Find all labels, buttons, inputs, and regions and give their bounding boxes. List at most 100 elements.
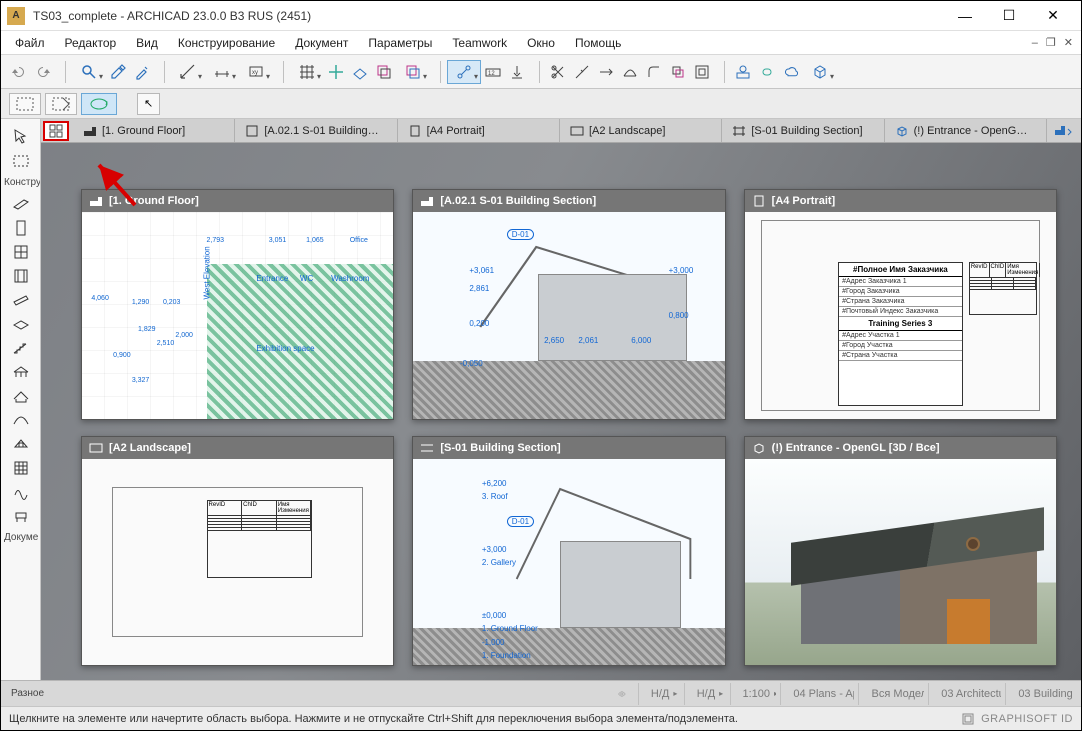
syringe-button[interactable] (130, 60, 154, 84)
thumb-a4-portrait[interactable]: [A4 Portrait] #Полное Имя Заказчика #Адр… (744, 189, 1057, 420)
window-maximize-button[interactable]: ☐ (987, 2, 1031, 30)
mdi-minimize-button[interactable]: – (1028, 37, 1042, 49)
stair-tool[interactable] (7, 336, 35, 360)
plan-label: WC (300, 274, 313, 283)
trace-ref-dropdown[interactable] (396, 60, 430, 84)
link-button[interactable] (755, 60, 779, 84)
thumb-title: [S-01 Building Section] (440, 442, 560, 454)
railing-tool[interactable] (7, 360, 35, 384)
menu-file[interactable]: Файл (5, 33, 55, 53)
eyedropper-button[interactable] (106, 60, 130, 84)
dimension-dropdown[interactable] (205, 60, 239, 84)
show-selection-button[interactable] (731, 60, 755, 84)
menu-document[interactable]: Документ (285, 33, 358, 53)
snap-config-dropdown[interactable] (447, 60, 481, 84)
graphisoft-id-button[interactable]: GRAPHISOFT ID (961, 712, 1073, 726)
tab-s01-section[interactable]: [S-01 Building Section] (722, 119, 884, 142)
dim-input-button[interactable]: 12 (481, 60, 505, 84)
tab-a021-section[interactable]: [A.02.1 S-01 Building… (235, 119, 397, 142)
plane-button[interactable] (348, 60, 372, 84)
sheet-icon (752, 195, 766, 207)
window-tool[interactable] (7, 240, 35, 264)
marquee-tool[interactable] (7, 149, 35, 173)
shell-tool[interactable] (7, 408, 35, 432)
undo-button[interactable] (7, 60, 31, 84)
wall-tool[interactable] (7, 192, 35, 216)
layout-client-title: #Полное Имя Заказчика (839, 263, 962, 277)
tab-overview-grid: [1. Ground Floor] Entrance WC Washroom E… (81, 179, 1057, 680)
trim-button[interactable] (546, 60, 570, 84)
menu-editor[interactable]: Редактор (55, 33, 127, 53)
menu-window[interactable]: Окно (517, 33, 565, 53)
resize-button[interactable] (666, 60, 690, 84)
thumb-a021-section[interactable]: [A.02.1 S-01 Building Section] D-01 +3,0… (412, 189, 725, 420)
window-close-button[interactable]: ✕ (1031, 2, 1075, 30)
thumb-s01-section[interactable]: [S-01 Building Section] D-01 +6,200 3. R… (412, 436, 725, 667)
beam-tool[interactable] (7, 288, 35, 312)
intersect-button[interactable] (618, 60, 642, 84)
qo-model-view[interactable]: Вся Модель▸ (858, 683, 924, 705)
object-tool[interactable] (7, 504, 35, 528)
tab-ground-floor[interactable]: [1. Ground Floor] (73, 119, 235, 142)
qo-layer[interactable]: Н/Д▸ (684, 683, 726, 705)
marquee-dotted-button[interactable] (9, 93, 41, 115)
fillet-button[interactable] (642, 60, 666, 84)
menubar: Файл Редактор Вид Конструирование Докуме… (1, 31, 1081, 55)
curtain-wall-tool[interactable] (7, 456, 35, 480)
adjust-button[interactable] (594, 60, 618, 84)
section-icon (420, 195, 434, 207)
slab-tool[interactable] (7, 312, 35, 336)
find-select-dropdown[interactable] (72, 60, 106, 84)
suspend-groups-button[interactable] (690, 60, 714, 84)
trace-button[interactable] (372, 60, 396, 84)
menu-teamwork[interactable]: Teamwork (442, 33, 517, 53)
plan-label: Exhibition space (256, 344, 314, 353)
qo-penset[interactable]: 03 Architectu…▸ (928, 683, 1001, 705)
cursor-arrow-button[interactable]: ↖ (137, 93, 160, 115)
redo-button[interactable] (31, 60, 55, 84)
window-minimize-button[interactable]: — (943, 2, 987, 30)
qo-visibility[interactable] (610, 683, 634, 705)
thumb-entrance-3d[interactable]: (!) Entrance - OpenGL [3D / Все] (744, 436, 1057, 667)
status-bar: Щелкните на элементе или начертите облас… (1, 706, 1081, 730)
qo-partial-display[interactable]: 04 Plans - Ap…▸ (780, 683, 854, 705)
menu-options[interactable]: Параметры (358, 33, 442, 53)
gravity-button[interactable] (505, 60, 529, 84)
tab-label: (!) Entrance - OpenG… (914, 125, 1028, 137)
grid-snap-dropdown[interactable] (290, 60, 324, 84)
ruler-dropdown[interactable] (171, 60, 205, 84)
mdi-restore-button[interactable]: ❐ (1042, 36, 1060, 49)
tab-list-button[interactable] (1047, 124, 1081, 138)
morph-tool[interactable] (7, 480, 35, 504)
thumb-a2-landscape[interactable]: [A2 Landscape] RevIDChIDИмя Изменения (81, 436, 394, 667)
door-tool[interactable] (7, 216, 35, 240)
coords-dropdown[interactable]: xy (239, 60, 273, 84)
tab-overview-button[interactable] (43, 121, 69, 141)
qo-scale[interactable]: 1:100▸ (730, 683, 777, 705)
marquee-direction-button[interactable] (81, 93, 117, 115)
roof-tool[interactable] (7, 384, 35, 408)
split-button[interactable] (570, 60, 594, 84)
tab-a2-landscape[interactable]: [A2 Landscape] (560, 119, 722, 142)
thumb-ground-floor[interactable]: [1. Ground Floor] Entrance WC Washroom E… (81, 189, 394, 420)
cloud-button[interactable] (779, 60, 803, 84)
menu-view[interactable]: Вид (126, 33, 168, 53)
mdi-close-button[interactable]: ✕ (1060, 36, 1077, 49)
app-icon: A (7, 7, 25, 25)
menu-help[interactable]: Помощь (565, 33, 631, 53)
layout-project-title: Training Series 3 (839, 317, 962, 331)
skylight-tool[interactable] (7, 432, 35, 456)
arrow-tool[interactable] (7, 125, 35, 149)
menu-design[interactable]: Конструирование (168, 33, 285, 53)
qo-dimensions[interactable]: 03 Building …▸ (1005, 683, 1075, 705)
column-tool[interactable] (7, 264, 35, 288)
3d-box-dropdown[interactable] (803, 60, 837, 84)
titlebar: A TS03_complete - ARCHICAD 23.0.0 B3 RUS… (1, 1, 1081, 31)
qo-layer-combo[interactable]: Н/Д▸ (638, 683, 680, 705)
guideline-button[interactable] (324, 60, 348, 84)
tab-entrance-3d[interactable]: (!) Entrance - OpenG… (885, 119, 1047, 142)
marquee-partial-button[interactable] (45, 93, 77, 115)
tab-a4-portrait[interactable]: [A4 Portrait] (398, 119, 560, 142)
toolbox-section-misc: Разное (7, 688, 606, 699)
status-hint: Щелкните на элементе или начертите облас… (9, 713, 738, 725)
